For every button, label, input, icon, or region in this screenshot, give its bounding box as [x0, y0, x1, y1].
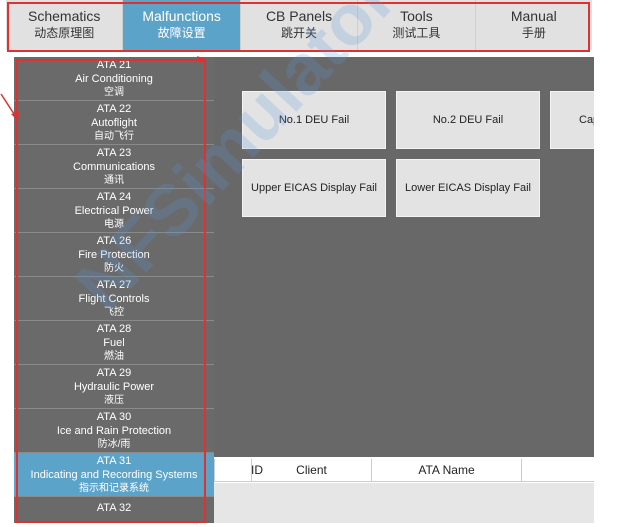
ata-name-zh: 指示和记录系统	[79, 482, 149, 494]
ata-name-zh: 防冰/雨	[97, 438, 131, 450]
tab-tools-label: Tools	[400, 8, 433, 24]
column-client[interactable]: Client	[252, 459, 372, 481]
column-ata-name[interactable]: ATA Name	[372, 459, 522, 481]
tab-tools-label-zh: 测试工具	[392, 26, 441, 40]
sidebar-item-ata-31[interactable]: ATA 31 Indicating and Recording Systems …	[14, 453, 214, 497]
ata-name: Electrical Power	[74, 204, 154, 217]
ata-code: ATA 22	[96, 102, 132, 115]
ata-name: Indicating and Recording Systems	[30, 468, 198, 481]
ata-code: ATA 32	[96, 502, 132, 514]
malfunction-button-upper-eicas-display-fail[interactable]: Upper EICAS Display Fail	[242, 159, 386, 217]
sidebar-item-ata-26[interactable]: ATA 26 Fire Protection 防火	[14, 233, 214, 277]
ata-name-zh: 液压	[104, 394, 124, 406]
sidebar-item-ata-24[interactable]: ATA 24 Electrical Power 电源	[14, 189, 214, 233]
sidebar-item-ata-27[interactable]: ATA 27 Flight Controls 飞控	[14, 277, 214, 321]
sidebar-item-ata-21[interactable]: ATA 21 Air Conditioning 空调	[14, 57, 214, 101]
ata-name: Autoflight	[91, 116, 137, 129]
ata-chapter-list[interactable]: ATA 21 Air Conditioning 空调 ATA 22 Autofl…	[14, 57, 214, 523]
tab-tools[interactable]: Tools 测试工具	[358, 0, 476, 50]
sidebar-item-ata-29[interactable]: ATA 29 Hydraulic Power 液压	[14, 365, 214, 409]
ata-code: ATA 31	[96, 454, 132, 467]
tab-schematics[interactable]: Schematics 动态原理图	[6, 0, 124, 50]
malfunction-button-no1-deu-fail[interactable]: No.1 DEU Fail	[242, 91, 386, 149]
tab-manual-label: Manual	[510, 8, 557, 24]
ata-name: Ice and Rain Protection	[56, 424, 172, 437]
ata-name: Flight Controls	[78, 292, 150, 305]
sidebar-item-ata-28[interactable]: ATA 28 Fuel 燃油	[14, 321, 214, 365]
ata-code: ATA 28	[96, 322, 132, 335]
table-header: ID Client ATA Name	[214, 459, 594, 482]
tab-malfunctions-label-zh: 故障设置	[157, 26, 206, 40]
ata-code: ATA 23	[96, 146, 132, 159]
malfunction-button-panel: No.1 DEU Fail No.2 DEU Fail Cap Upper EI…	[214, 57, 594, 457]
ata-name: Hydraulic Power	[73, 380, 155, 393]
main-area: ATA 21 Air Conditioning 空调 ATA 22 Autofl…	[14, 57, 594, 523]
ata-name: Fire Protection	[78, 248, 150, 261]
ata-code: ATA 24	[96, 190, 132, 203]
active-malfunctions-table: ID Client ATA Name	[214, 459, 594, 523]
ata-code: ATA 26	[96, 234, 132, 247]
malfunction-button-lower-eicas-display-fail[interactable]: Lower EICAS Display Fail	[396, 159, 540, 217]
ata-code: ATA 29	[96, 366, 132, 379]
tab-manual-label-zh: 手册	[521, 26, 546, 40]
ata-name-zh: 通讯	[104, 174, 124, 186]
tab-cb-panels[interactable]: CB Panels 跳开关	[241, 0, 359, 50]
ata-name-zh: 空调	[104, 86, 124, 98]
malfunction-button-no2-deu-fail[interactable]: No.2 DEU Fail	[396, 91, 540, 149]
ata-name: Fuel	[103, 336, 125, 349]
ata-name-zh: 电源	[104, 218, 124, 230]
tab-schematics-label-zh: 动态原理图	[34, 26, 95, 40]
ata-name-zh: 飞控	[104, 306, 124, 318]
tab-manual[interactable]: Manual 手册	[476, 0, 592, 50]
tab-cb-panels-label-zh: 跳开关	[281, 26, 318, 40]
sidebar-item-ata-30[interactable]: ATA 30 Ice and Rain Protection 防冰/雨	[14, 409, 214, 453]
sidebar-item-ata-32[interactable]: ATA 32	[14, 497, 214, 523]
tab-schematics-label: Schematics	[28, 8, 101, 24]
column-id[interactable]: ID	[214, 459, 263, 481]
malfunction-button-cap[interactable]: Cap	[550, 91, 594, 149]
top-tab-bar: Schematics 动态原理图 Malfunctions 故障设置 CB Pa…	[6, 0, 592, 50]
sidebar-item-ata-23[interactable]: ATA 23 Communications 通讯	[14, 145, 214, 189]
tab-malfunctions-label: Malfunctions	[142, 8, 221, 24]
tab-cb-panels-label: CB Panels	[265, 8, 333, 24]
ata-name-zh: 防火	[104, 262, 124, 274]
ata-code: ATA 27	[96, 278, 132, 291]
table-body	[214, 483, 594, 523]
ata-name-zh: 自动飞行	[94, 130, 134, 142]
ata-name: Air Conditioning	[75, 72, 153, 85]
ata-name-zh: 燃油	[104, 350, 124, 362]
tab-malfunctions[interactable]: Malfunctions 故障设置	[123, 0, 241, 50]
ata-name: Communications	[73, 160, 155, 173]
sidebar-item-ata-22[interactable]: ATA 22 Autoflight 自动飞行	[14, 101, 214, 145]
ata-code: ATA 21	[96, 58, 132, 71]
ata-code: ATA 30	[96, 410, 132, 423]
